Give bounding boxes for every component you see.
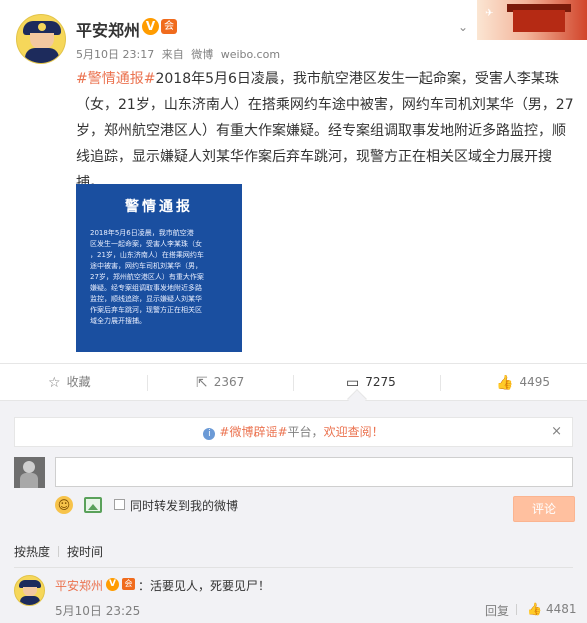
star-icon: ☆ [48, 375, 61, 391]
post-text-line: 线追踪，显示嫌疑人刘某华作案后弃车跳河，现警方正在相关区域全力展开搜 [76, 149, 552, 165]
comment-input[interactable] [55, 457, 573, 487]
avatar-body [20, 596, 40, 605]
notice-body: 2018年5月6日凌晨，我市航空港 区发生一起命案，受害人李某珠（女 ，21岁，… [90, 228, 230, 327]
avatar-body [20, 473, 38, 488]
author-avatar[interactable] [16, 14, 66, 64]
comment-time: 5月10日 23:25 [55, 604, 141, 618]
like-button[interactable]: 👍 4495 [496, 364, 550, 401]
notice-line: 域全力展开搜捕。 [90, 317, 146, 325]
vip-member-icon: 会 [122, 578, 135, 590]
post-meta: 5月10日 23:17 来自 微博 weibo.com [76, 46, 284, 62]
close-icon[interactable]: × [551, 418, 562, 446]
divider [14, 567, 573, 568]
thumbs-up-icon: 👍 [527, 602, 542, 616]
weibo-post: 平安郑州 V 会 5月10日 23:17 来自 微博 weibo.com ⌄ ✈… [0, 0, 587, 362]
sort-by-hot-tab[interactable]: 按热度 [14, 543, 50, 560]
thumbs-up-icon: 👍 [496, 375, 514, 391]
avatar-face [30, 33, 54, 49]
notice-line: 嫌疑。经专案组调取事发地附近多路 [90, 284, 202, 292]
notice-line: 27岁，郑州航空港区人）有重大作案 [90, 273, 204, 281]
notice-line: 作案后弃车跳河，现警方正在相关区 [90, 306, 202, 314]
sort-tabs: 按热度 按时间 [14, 543, 103, 560]
reply-button[interactable]: 回复 [485, 602, 509, 619]
avatar-head [23, 461, 35, 473]
repost-checkbox-label[interactable]: 同时转发到我的微博 [130, 497, 238, 514]
source-domain[interactable]: weibo.com [221, 48, 280, 61]
notice-line: 区发生一起命案，受害人李某珠（女 [90, 240, 202, 248]
post-text: #警情通报#2018年5月6日凌晨，我市航空港区发生一起命案，受害人李某珠 （女… [76, 66, 576, 196]
commenter-avatar[interactable] [14, 575, 45, 606]
favorite-button[interactable]: ☆ 收藏 [48, 364, 91, 401]
comment-text: ：活要见人，死要见尸！ [138, 579, 271, 593]
image-mountain [88, 504, 98, 510]
author-name[interactable]: 平安郑州 [76, 17, 140, 41]
notice-image[interactable]: 警情通报 2018年5月6日凌晨，我市航空港 区发生一起命案，受害人李某珠（女 … [76, 184, 242, 352]
notice-line: 2018年5月6日凌晨，我市航空港 [90, 229, 194, 237]
action-divider [440, 375, 441, 391]
avatar-body [25, 48, 59, 63]
verified-icon: V [106, 578, 119, 591]
image-upload-icon[interactable] [84, 497, 102, 513]
source-prefix: 来自 [161, 48, 184, 61]
avatar-badge [38, 23, 46, 31]
notice-line: 监控，顺线追踪，显示嫌疑人刘某华 [90, 295, 202, 303]
post-text-line: 岁，郑州航空港区人）有重大作案嫌疑。经专案组调取事发地附近多路监控，顺 [76, 123, 566, 139]
rumor-notice: i #微博辟谣#平台，欢迎查阅！ × [14, 417, 573, 447]
comment-area: i #微博辟谣#平台，欢迎查阅！ × ☺ 同时转发到我的微博 评论 按热度 按时间 … [0, 400, 587, 623]
verified-icon: V [142, 18, 159, 35]
commenter-name[interactable]: 平安郑州 [55, 577, 103, 594]
action-divider [147, 375, 148, 391]
hashtag-link[interactable]: #警情通报# [76, 71, 155, 87]
avatar-face [23, 587, 37, 596]
sort-by-time-tab[interactable]: 按时间 [67, 543, 103, 560]
current-user-avatar [14, 457, 45, 488]
notice-title: 警情通报 [125, 199, 193, 215]
sort-divider [58, 546, 60, 557]
source-client[interactable]: 微博 [191, 48, 213, 61]
chevron-down-icon[interactable]: ⌄ [455, 20, 471, 36]
bird-icon: ✈ [485, 8, 494, 19]
info-icon: i [203, 428, 216, 440]
comment-action-divider [516, 604, 517, 615]
decorative-banner: ✈ [477, 0, 587, 40]
post-text-line: （女，21岁，山东济南人）在搭乘网约车途中被害，网约车司机刘某华（男，27 [76, 97, 574, 113]
action-bar: ☆ 收藏 ⇱ 2367 ▭ 7275 👍 4495 [0, 363, 587, 400]
repost-icon: ⇱ [196, 375, 208, 391]
rumor-link[interactable]: 欢迎查阅！ [324, 425, 384, 439]
repost-checkbox[interactable] [114, 499, 125, 510]
rumor-hashtag[interactable]: #微博辟谣# [219, 425, 287, 439]
repost-button[interactable]: ⇱ 2367 [196, 364, 244, 401]
emoji-icon[interactable]: ☺ [55, 496, 73, 514]
submit-comment-button[interactable]: 评论 [513, 496, 575, 522]
vip-member-icon: 会 [161, 19, 177, 34]
notice-line: 途中被害，网约车司机刘某华（男， [90, 262, 202, 270]
comment-like-button[interactable]: 👍 4481 [527, 602, 577, 616]
post-date[interactable]: 5月10日 23:17 [76, 48, 154, 61]
notice-line: ，21岁，山东济南人）在搭乘网约车 [90, 251, 204, 259]
post-text-line: #警情通报#2018年5月6日凌晨，我市航空港区发生一起命案，受害人李某珠 [76, 71, 559, 87]
gate-building [513, 10, 565, 32]
action-divider [293, 375, 294, 391]
